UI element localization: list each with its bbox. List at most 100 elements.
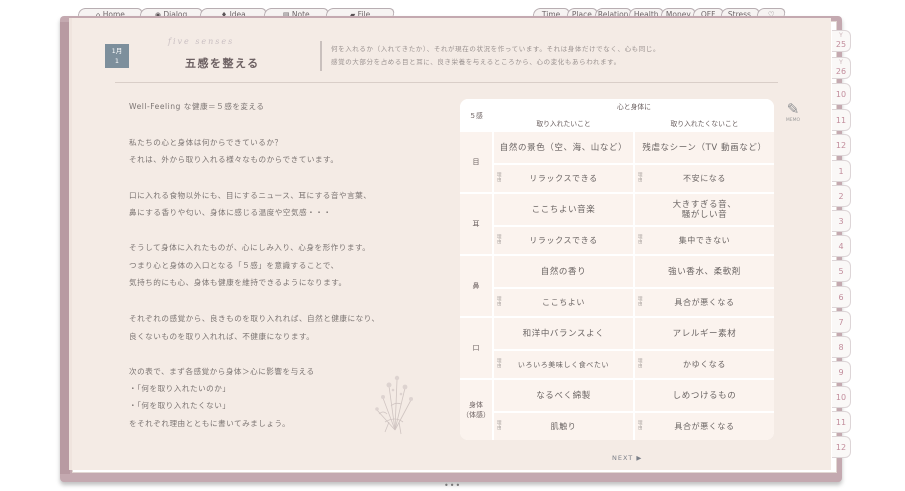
- date-badge: 1月 1: [105, 44, 129, 68]
- header-rule: [115, 82, 778, 83]
- month-tab[interactable]: 7: [832, 311, 851, 333]
- intro-line: 私たちの心と身体は何からできているか？: [129, 138, 283, 147]
- table-group-header: 心と身体に: [494, 99, 774, 113]
- intro-line: それぞれの感覚から、良きものを取り入れれば、自然と健康になり、: [129, 314, 380, 323]
- want-field[interactable]: なるべく綿製: [494, 380, 633, 411]
- avoid-reason-field[interactable]: 理由 具合が悪くなる: [635, 289, 774, 316]
- sense-label: 耳: [460, 194, 492, 254]
- reason-tag: 理由: [638, 421, 644, 431]
- avoid-reason-field[interactable]: 理由 集中できない: [635, 227, 774, 254]
- avoid-field[interactable]: 強い香水、柔軟剤: [635, 256, 774, 287]
- month-tab[interactable]: 4: [832, 235, 851, 257]
- month-tab[interactable]: 11: [832, 411, 851, 433]
- year-marker: Y: [839, 59, 843, 66]
- month-label: 5: [838, 267, 844, 276]
- month-label: 6: [838, 293, 844, 302]
- table-corner-header: ５感: [460, 99, 492, 130]
- month-label: 9: [838, 368, 844, 377]
- header-description: 何を入れるか（入れてきたか）、それが現在の状況を作っています。それは身体だけでな…: [331, 43, 660, 69]
- month-tab[interactable]: 5: [832, 260, 851, 282]
- month-label: 8: [838, 343, 844, 352]
- reason-text: 肌触り: [550, 422, 577, 431]
- memo-icon: ✎: [786, 100, 800, 118]
- page-title: 五感を整える: [185, 57, 260, 70]
- intro-line: 良くないものを取り入れれば、不健康になります。: [129, 332, 315, 341]
- want-reason-field[interactable]: 理由 いろいろ美味しく食べたい: [494, 351, 633, 378]
- next-button[interactable]: NEXT ▶: [612, 454, 642, 462]
- avoid-field[interactable]: 大きすぎる音、 騒がしい音: [635, 194, 774, 225]
- intro-line: そうして身体に入れたものが、心にしみ入り、心身を形作ります。: [129, 243, 371, 252]
- month-label: 12: [835, 443, 847, 452]
- reason-tag: 理由: [497, 359, 503, 369]
- sense-label: 目: [460, 132, 492, 192]
- avoid-field[interactable]: しめつけるもの: [635, 380, 774, 411]
- month-tab[interactable]: 11: [832, 109, 851, 131]
- want-field[interactable]: 自然の香り: [494, 256, 633, 287]
- avoid-field[interactable]: 残虐なシーン（TV 動画など）: [635, 132, 774, 163]
- reason-text: いろいろ美味しく食べたい: [517, 360, 610, 369]
- reason-text: リラックスできる: [529, 174, 598, 183]
- month-tab[interactable]: 10: [832, 386, 851, 408]
- reason-text: 集中できない: [678, 236, 731, 245]
- intro-line: 次の表で、まず各感覚から身体＞心に影響を与える: [129, 367, 315, 376]
- avoid-reason-field[interactable]: 理由 具合が悪くなる: [635, 413, 774, 440]
- month-label: 3: [838, 217, 844, 226]
- month-label: 2: [838, 192, 844, 201]
- want-reason-field[interactable]: 理由 リラックスできる: [494, 165, 633, 192]
- want-field[interactable]: 自然の景色（空、海、山など）: [494, 132, 633, 163]
- five-senses-table: ５感 心と身体に取り入れたいこと 取り入れたくないこと目自然の景色（空、海、山など）…: [460, 99, 774, 440]
- want-field[interactable]: 和洋中バランスよく: [494, 318, 633, 349]
- memo-button[interactable]: ✎ MEMO: [785, 99, 801, 123]
- sense-label: 鼻: [460, 256, 492, 316]
- month-tab[interactable]: 8: [832, 336, 851, 358]
- intro-line: それは、外から取り入れる様々なものからできています。: [129, 155, 339, 164]
- memo-label: MEMO: [785, 118, 801, 123]
- want-reason-field[interactable]: 理由 ここちよい: [494, 289, 633, 316]
- reason-tag: 理由: [638, 359, 644, 369]
- avoid-reason-field[interactable]: 理由 不安になる: [635, 165, 774, 192]
- want-reason-field[interactable]: 理由 肌触り: [494, 413, 633, 440]
- year-marker: Y: [839, 32, 843, 39]
- month-tab[interactable]: 9: [832, 361, 851, 383]
- month-label: 12: [835, 141, 847, 150]
- reason-text: 不安になる: [683, 174, 726, 183]
- year-label: 25: [835, 40, 847, 49]
- month-label: 10: [835, 90, 847, 99]
- month-tab[interactable]: 12: [832, 134, 851, 156]
- reason-tag: 理由: [497, 173, 503, 183]
- month-label: 11: [835, 116, 847, 125]
- reason-text: 具合が悪くなる: [674, 298, 735, 307]
- reason-tag: 理由: [638, 297, 644, 307]
- month-label: 4: [838, 242, 844, 251]
- column-header-want: 取り入れたいこと: [494, 115, 633, 130]
- want-reason-field[interactable]: 理由 リラックスできる: [494, 227, 633, 254]
- reason-text: ここちよい: [542, 298, 585, 307]
- intro-heading: Well-Feeling な健康＝５感を変える: [129, 102, 265, 111]
- avoid-field[interactable]: アレルギー素材: [635, 318, 774, 349]
- date-month: 1月: [111, 47, 123, 55]
- avoid-reason-field[interactable]: 理由 かゆくなる: [635, 351, 774, 378]
- header-description-line: 感覚の大部分を占める目と耳に、良き栄養を与えるところから、心の変化もあらわれます…: [331, 58, 621, 66]
- month-tab[interactable]: 6: [832, 286, 851, 308]
- intro-line: つまり心と身体の入口となる「５感」を意識することで、: [129, 261, 339, 270]
- date-day: 1: [114, 57, 120, 65]
- reason-tag: 理由: [497, 235, 503, 245]
- sense-label: 身体 （体感）: [460, 380, 492, 440]
- month-tab[interactable]: 10: [832, 83, 851, 105]
- intro-line: ・「何を取り入れたいのか」: [129, 384, 231, 393]
- reason-text: リラックスできる: [529, 236, 598, 245]
- intro-line: 気持ち的にも心、身体も健康を維持できるようになります。: [129, 278, 347, 287]
- column-header-avoid: 取り入れたくないこと: [635, 115, 774, 130]
- want-field[interactable]: ここちよい音楽: [494, 194, 633, 225]
- month-label: 7: [838, 318, 844, 327]
- month-tab[interactable]: 1: [832, 160, 851, 182]
- month-tab[interactable]: 3: [832, 210, 851, 232]
- month-tab[interactable]: 2: [832, 185, 851, 207]
- month-tab[interactable]: 12: [832, 436, 851, 458]
- script-subtitle: five senses: [168, 37, 235, 46]
- month-tab[interactable]: Y 26: [832, 57, 851, 79]
- reason-tag: 理由: [497, 421, 503, 431]
- month-label: 11: [835, 418, 847, 427]
- month-tab[interactable]: Y 25: [832, 30, 851, 52]
- reason-tag: 理由: [638, 173, 644, 183]
